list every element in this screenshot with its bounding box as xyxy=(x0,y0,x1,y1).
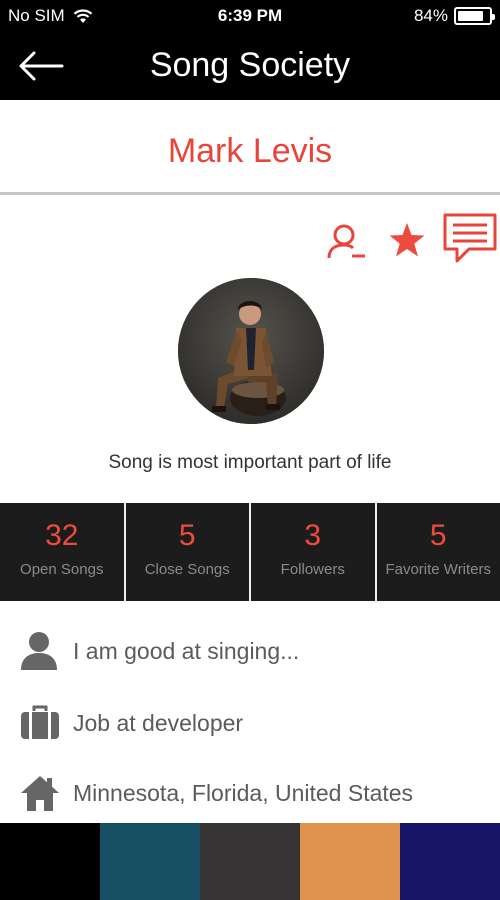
info-text: Job at developer xyxy=(73,710,244,736)
info-row-job: Job at developer xyxy=(0,702,500,752)
stat-value: 3 xyxy=(304,519,322,552)
chat-icon xyxy=(443,213,497,263)
stat-value: 5 xyxy=(429,519,447,552)
message-button[interactable] xyxy=(442,212,498,269)
stat-label: Followers xyxy=(280,561,345,578)
stat-open-songs[interactable]: 32 Open Songs xyxy=(0,503,126,601)
stat-favorite-writers[interactable]: 5 Favorite Writers xyxy=(376,503,500,601)
profile-tagline: Song is most important part of life xyxy=(108,452,392,473)
color-swatch-3[interactable] xyxy=(200,823,300,900)
stats-bar: 32 Open Songs 5 Close Songs 3 Followers … xyxy=(0,503,500,601)
color-swatch-4[interactable] xyxy=(300,823,400,900)
stat-label: Close Songs xyxy=(144,561,230,578)
unfollow-button[interactable] xyxy=(326,222,368,267)
briefcase-icon xyxy=(21,705,59,739)
star-icon xyxy=(389,223,425,257)
info-text: Minnesota, Florida, United States xyxy=(73,780,414,806)
page-title: Song Society xyxy=(149,46,351,84)
stat-value: 5 xyxy=(178,519,196,552)
battery-icon xyxy=(454,7,495,25)
stat-value: 32 xyxy=(45,519,79,552)
home-icon xyxy=(21,776,59,811)
profile-actions xyxy=(0,210,500,266)
color-palette xyxy=(0,823,500,900)
stat-label: Open Songs xyxy=(20,561,104,578)
stat-followers[interactable]: 3 Followers xyxy=(251,503,377,601)
color-swatch-5[interactable] xyxy=(400,823,500,900)
battery-level xyxy=(458,11,483,21)
favorite-button[interactable] xyxy=(388,222,426,263)
nav-bar: Song Society xyxy=(0,32,500,100)
battery-percent: 84% xyxy=(413,6,448,25)
stat-close-songs[interactable]: 5 Close Songs xyxy=(125,503,251,601)
person-icon xyxy=(21,632,57,670)
info-row-skills: I am good at singing... xyxy=(0,630,500,680)
info-row-location: Minnesota, Florida, United States xyxy=(0,772,500,822)
color-swatch-2[interactable] xyxy=(100,823,200,900)
avatar[interactable] xyxy=(178,278,324,424)
color-swatch-1[interactable] xyxy=(0,823,100,900)
avatar-photo xyxy=(178,278,324,424)
info-text: I am good at singing... xyxy=(73,638,300,664)
status-bar: No SIM 6:39 PM 84% xyxy=(0,0,500,32)
profile-name: Mark Levis xyxy=(167,132,333,170)
user-remove-icon xyxy=(327,224,365,259)
stat-label: Favorite Writers xyxy=(385,561,492,578)
profile-name-bar: Mark Levis xyxy=(0,100,500,195)
